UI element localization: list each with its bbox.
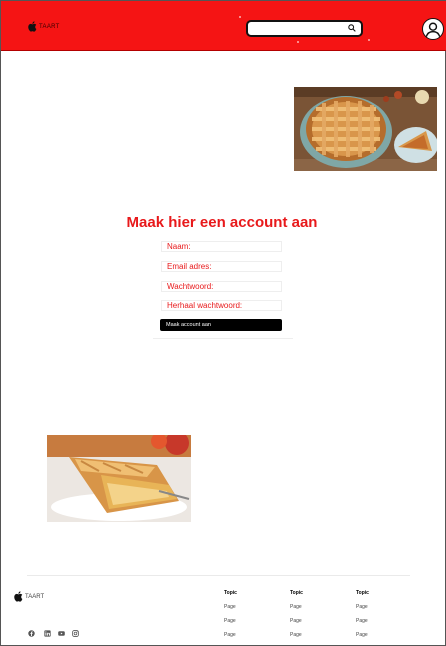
instagram-icon[interactable] bbox=[72, 630, 79, 637]
decoration-dot bbox=[368, 39, 370, 41]
footer-brand-text: TAART bbox=[25, 593, 45, 600]
apple-logo-icon bbox=[14, 591, 23, 602]
form-title: Maak hier een account aan bbox=[126, 214, 318, 231]
lattice-pie-photo bbox=[294, 87, 437, 171]
footer-link[interactable]: Page bbox=[356, 604, 368, 610]
user-icon bbox=[425, 22, 441, 37]
footer-link[interactable]: Page bbox=[356, 632, 368, 638]
search-icon[interactable] bbox=[348, 24, 356, 32]
footer-topic: Topic bbox=[224, 590, 237, 596]
apple-pie-slice-photo bbox=[47, 435, 191, 522]
footer-topic: Topic bbox=[290, 590, 303, 596]
apple-logo-icon bbox=[28, 21, 37, 32]
search-input[interactable] bbox=[251, 23, 346, 34]
email-field[interactable]: Email adres: bbox=[161, 261, 282, 272]
name-field[interactable]: Naam: bbox=[161, 241, 282, 252]
top-navbar: TAART bbox=[1, 1, 446, 51]
footer-link[interactable]: Page bbox=[290, 618, 302, 624]
footer-link[interactable]: Page bbox=[224, 618, 236, 624]
footer-divider bbox=[27, 575, 410, 576]
footer-brand-logo[interactable]: TAART bbox=[13, 591, 44, 602]
youtube-icon[interactable] bbox=[58, 630, 65, 637]
footer-topic: Topic bbox=[356, 590, 369, 596]
footer-link[interactable]: Page bbox=[224, 604, 236, 610]
footer-link[interactable]: Page bbox=[356, 618, 368, 624]
footer-link[interactable]: Page bbox=[224, 632, 236, 638]
linkedin-icon[interactable] bbox=[44, 630, 51, 637]
password-field[interactable]: Wachtwoord: bbox=[161, 281, 282, 292]
repeat-password-field[interactable]: Herhaal wachtwoord: bbox=[161, 300, 282, 311]
user-account-button[interactable] bbox=[422, 18, 444, 40]
create-account-button[interactable]: Maak account aan bbox=[160, 319, 282, 331]
decoration-dot bbox=[297, 41, 299, 43]
decoration-dot bbox=[239, 16, 241, 18]
facebook-icon[interactable] bbox=[28, 630, 35, 637]
footer-link[interactable]: Page bbox=[290, 604, 302, 610]
lattice-pie-image bbox=[294, 87, 437, 171]
footer-link[interactable]: Page bbox=[290, 632, 302, 638]
pie-slice-image bbox=[47, 435, 191, 522]
search-bar bbox=[246, 20, 363, 37]
brand-logo[interactable]: TAART bbox=[27, 21, 60, 32]
brand-text: TAART bbox=[39, 23, 60, 30]
